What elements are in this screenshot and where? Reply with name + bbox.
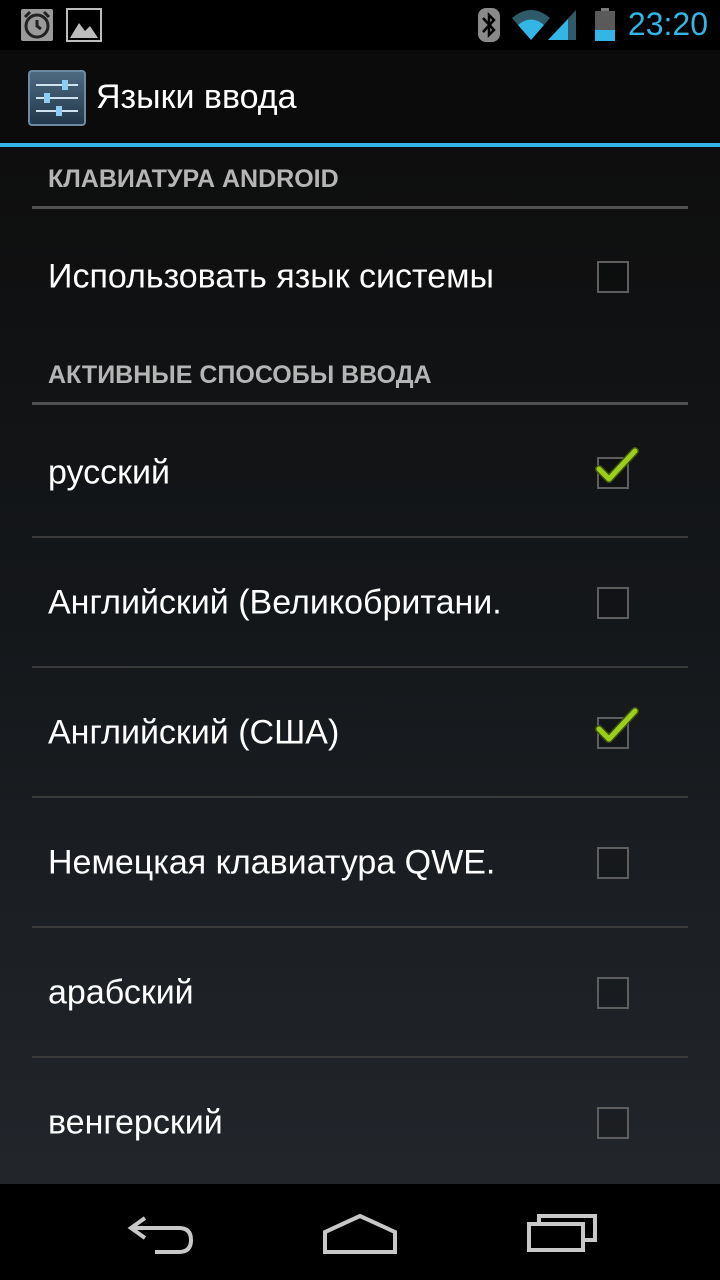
section-header-android-keyboard: КЛАВИАТУРА ANDROID [48,165,339,193]
bluetooth-icon [478,8,500,42]
checkbox-unchecked[interactable] [597,847,629,879]
checkbox-checked[interactable] [595,447,639,489]
preference-arabic[interactable]: арабский [0,928,720,1058]
preference-label: Использовать язык системы [48,257,494,296]
action-bar: Языки ввода [0,50,720,143]
checkbox-checked[interactable] [595,707,639,749]
section-divider [32,402,688,405]
checkbox-unchecked[interactable] [597,587,629,619]
settings-sliders-icon[interactable] [28,70,86,126]
preference-hungarian[interactable]: венгерский [0,1058,720,1184]
check-mark-icon [595,447,639,483]
gallery-icon [66,8,102,42]
preference-label: арабский [48,973,194,1012]
preference-list[interactable]: КЛАВИАТУРА ANDROID Использовать язык сис… [0,147,720,1184]
preference-english-uk[interactable]: Английский (Великобритани. [0,538,720,668]
preference-german-qwerty[interactable]: Немецкая клавиатура QWE. [0,798,720,928]
alarm-icon [21,9,53,41]
page-title: Языки ввода [96,78,297,116]
navigation-bar [0,1184,720,1280]
preference-label: венгерский [48,1103,223,1142]
preference-english-us[interactable]: Английский (США) [0,668,720,798]
battery-icon [595,8,615,41]
preference-label: русский [48,453,171,492]
home-icon[interactable] [315,1204,405,1260]
section-header-active-input-methods: АКТИВНЫЕ СПОСОБЫ ВВОДА [48,361,432,389]
preference-label: Немецкая клавиатура QWE. [48,843,496,882]
section-divider [32,206,688,209]
checkbox-unchecked[interactable] [597,1107,629,1139]
preference-label: Английский (США) [48,713,340,752]
back-icon[interactable] [115,1204,205,1260]
check-mark-icon [595,707,639,743]
status-bar: 23:20 [0,0,720,50]
preference-label: Английский (Великобритани. [48,583,502,622]
preference-use-system-language[interactable]: Использовать язык системы [0,212,720,342]
checkbox-unchecked[interactable] [597,977,629,1009]
clock: 23:20 [627,6,708,42]
signal-icon [548,10,576,40]
checkbox-unchecked[interactable] [597,261,629,293]
preference-russian[interactable]: русский [0,408,720,538]
recent-apps-icon[interactable] [517,1204,607,1260]
